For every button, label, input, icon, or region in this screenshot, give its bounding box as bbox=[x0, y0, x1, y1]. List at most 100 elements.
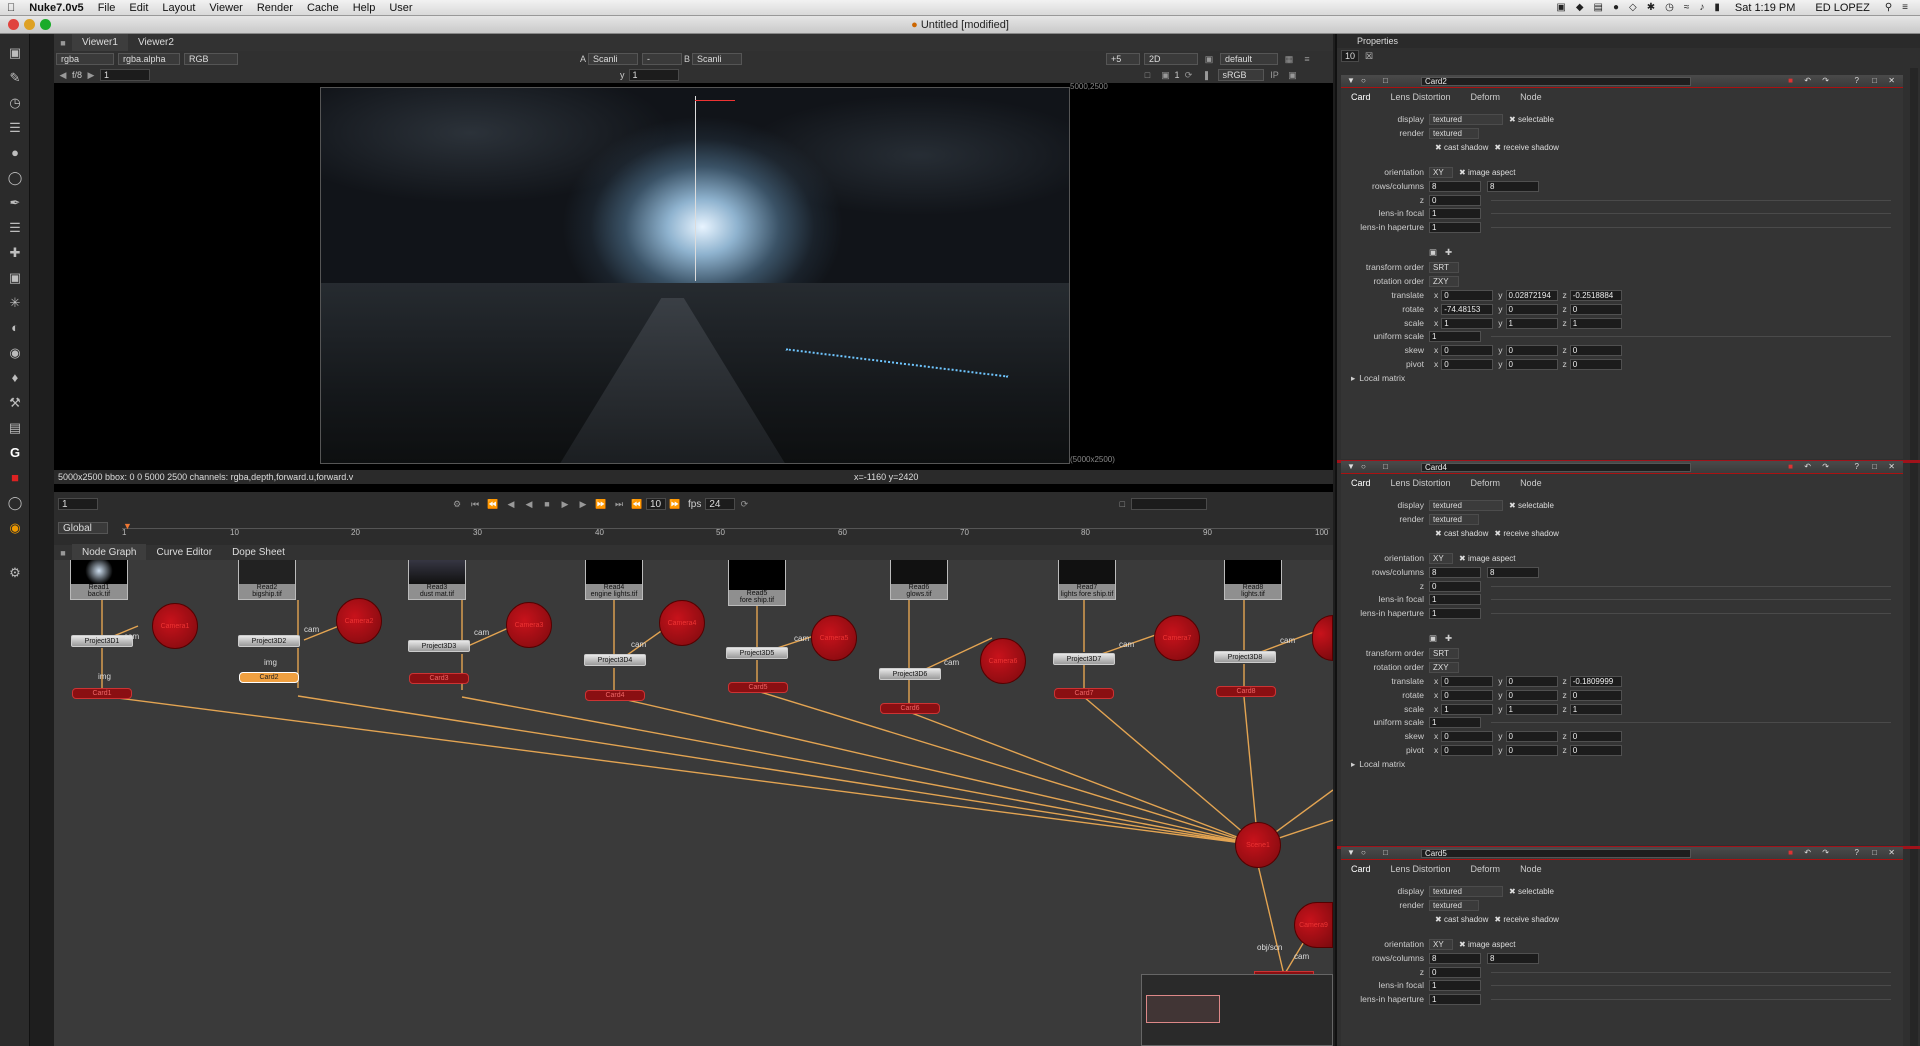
grid-icon[interactable]: ▦ bbox=[1280, 52, 1298, 66]
lens-focal-field[interactable]: 1 bbox=[1429, 979, 1481, 991]
scale-y-field[interactable]: 1 bbox=[1505, 703, 1558, 715]
next-keyframe-icon[interactable]: ⏩ bbox=[592, 497, 610, 511]
collapse-icon[interactable]: ▼ bbox=[1347, 76, 1355, 85]
viewer-menu-icon[interactable]: ≡ bbox=[1298, 52, 1316, 66]
tab-lens-distortion[interactable]: Lens Distortion bbox=[1381, 864, 1461, 874]
colorspace-select[interactable]: sRGB bbox=[1217, 69, 1264, 81]
project3d-node[interactable]: Project3D8 bbox=[1214, 651, 1276, 663]
tab-lens-distortion[interactable]: Lens Distortion bbox=[1381, 92, 1461, 102]
play-backward-icon[interactable]: ◀ bbox=[520, 497, 538, 511]
b-input-select[interactable]: Scanli bbox=[692, 53, 743, 65]
navigator-viewport[interactable] bbox=[1146, 995, 1220, 1023]
project3d-node[interactable]: Project3D2 bbox=[238, 635, 300, 647]
project3d-node[interactable]: Project3D4 bbox=[584, 654, 646, 666]
clear-panels-icon[interactable]: ☒ bbox=[1365, 51, 1373, 62]
keyer-tool-icon[interactable]: ✒ bbox=[0, 190, 30, 215]
local-matrix-toggle[interactable]: Local matrix bbox=[1359, 373, 1405, 383]
card-node[interactable]: Card4 bbox=[585, 690, 645, 701]
display-select[interactable]: textured bbox=[1429, 885, 1503, 897]
scale-x-field[interactable]: 1 bbox=[1441, 317, 1494, 329]
project3d-node[interactable]: Project3D7 bbox=[1053, 653, 1115, 665]
camera-node[interactable]: Camera1 bbox=[152, 603, 198, 649]
node-name-field[interactable]: Card2 bbox=[1421, 77, 1691, 86]
plugin-tool-icon[interactable]: ◉ bbox=[0, 515, 30, 540]
expand-arrow-icon[interactable]: ▸ bbox=[1351, 373, 1355, 384]
a-input-select[interactable]: Scanli bbox=[588, 53, 639, 65]
properties-scrollbar[interactable] bbox=[1910, 68, 1918, 1046]
columns-field[interactable]: 8 bbox=[1487, 180, 1539, 192]
menu-cache[interactable]: Cache bbox=[300, 2, 346, 14]
pivot-z-field[interactable]: 0 bbox=[1569, 744, 1622, 756]
shield-tray-icon[interactable]: ◆ bbox=[1574, 2, 1586, 13]
lens-haperture-field[interactable]: 1 bbox=[1429, 607, 1481, 619]
channels-select[interactable]: rgba bbox=[56, 53, 114, 65]
rotate-x-field[interactable]: 0 bbox=[1441, 689, 1494, 701]
z-field[interactable]: 0 bbox=[1429, 966, 1481, 978]
range-select[interactable]: Global bbox=[58, 522, 108, 534]
other-tool-icon[interactable]: ▤ bbox=[0, 415, 30, 440]
mode-select[interactable]: 2D bbox=[1144, 53, 1199, 65]
menubar-clock[interactable]: Sat 1:19 PM bbox=[1728, 2, 1803, 14]
battery-icon[interactable]: ▮ bbox=[1712, 2, 1722, 13]
pivot-z-field[interactable]: 0 bbox=[1569, 358, 1622, 370]
read-node[interactable]: Read1 back.tif bbox=[70, 560, 128, 600]
translate-y-field[interactable]: 0 bbox=[1505, 675, 1558, 687]
menubar-user[interactable]: ED LOPEZ bbox=[1808, 2, 1876, 14]
z-slider[interactable] bbox=[1491, 586, 1891, 587]
z-field[interactable]: 0 bbox=[1429, 194, 1481, 206]
undo-icon[interactable]: ↶ bbox=[1804, 848, 1811, 857]
dropbox-tray-icon[interactable]: ◇ bbox=[1627, 2, 1639, 13]
zoom-window-button[interactable] bbox=[40, 19, 51, 30]
receive-shadow-checkbox[interactable]: ✖ receive shadow bbox=[1494, 143, 1559, 152]
frame-range-field[interactable] bbox=[1131, 498, 1208, 510]
wipe-select[interactable]: - bbox=[642, 53, 683, 65]
tab-curve-editor[interactable]: Curve Editor bbox=[146, 544, 222, 561]
menu-layout[interactable]: Layout bbox=[155, 2, 202, 14]
redo-icon[interactable]: ↷ bbox=[1822, 848, 1829, 857]
pivot-icon[interactable]: ✚ bbox=[1445, 633, 1452, 644]
orientation-select[interactable]: XY bbox=[1429, 552, 1453, 564]
skip-back-icon[interactable]: ⏪ bbox=[628, 497, 646, 511]
playhead-marker[interactable]: ▼ bbox=[123, 521, 132, 531]
translate-z-field[interactable]: -0.2518884 bbox=[1569, 289, 1622, 301]
menu-user[interactable]: User bbox=[382, 2, 419, 14]
scale-z-field[interactable]: 1 bbox=[1569, 703, 1622, 715]
image-aspect-checkbox[interactable]: ✖ image aspect bbox=[1459, 554, 1516, 563]
collapse-icon[interactable]: ▼ bbox=[1347, 848, 1355, 857]
sync-tray-icon[interactable]: ● bbox=[1611, 2, 1621, 13]
lens-haperture-field[interactable]: 1 bbox=[1429, 993, 1481, 1005]
refresh-icon[interactable]: ⟳ bbox=[1180, 68, 1198, 82]
help-icon[interactable]: ? bbox=[1855, 848, 1859, 857]
overlay-icon[interactable]: ▣ bbox=[1284, 68, 1302, 82]
list-icon[interactable]: ≡ bbox=[1900, 2, 1910, 13]
read-node[interactable]: Read4 engine lights.tif bbox=[585, 560, 643, 600]
tab-node[interactable]: Node bbox=[1510, 864, 1552, 874]
uniform-scale-slider[interactable] bbox=[1491, 722, 1891, 723]
clip-icon[interactable]: ▣ bbox=[1157, 68, 1175, 82]
app-menu[interactable]: Nuke7.0v5 bbox=[22, 2, 90, 14]
camera-tray-icon[interactable]: ▣ bbox=[1554, 2, 1567, 13]
z-field[interactable]: 0 bbox=[1429, 580, 1481, 592]
gain-left-icon[interactable]: ◀ bbox=[54, 68, 72, 82]
node-name-field[interactable]: Card4 bbox=[1421, 463, 1691, 472]
render-select[interactable]: textured bbox=[1429, 513, 1479, 525]
orientation-select[interactable]: XY bbox=[1429, 938, 1453, 950]
menu-edit[interactable]: Edit bbox=[122, 2, 155, 14]
display-select[interactable]: RGB bbox=[184, 53, 238, 65]
first-frame-icon[interactable]: ⏮ bbox=[466, 497, 484, 511]
rotate-y-field[interactable]: 0 bbox=[1505, 303, 1558, 315]
viewer-image[interactable] bbox=[320, 87, 1070, 464]
increment-field[interactable]: 10 bbox=[646, 498, 666, 510]
color-swatch-icon[interactable]: ■ bbox=[1788, 848, 1793, 857]
alpha-select[interactable]: rgba.alpha bbox=[118, 53, 180, 65]
stop-icon[interactable]: ■ bbox=[538, 497, 556, 511]
hide-icon[interactable]: □ bbox=[1383, 76, 1388, 85]
play-forward-icon[interactable]: ▶ bbox=[556, 497, 574, 511]
rows-field[interactable]: 8 bbox=[1429, 952, 1481, 964]
image-aspect-checkbox[interactable]: ✖ image aspect bbox=[1459, 168, 1516, 177]
loop-icon[interactable]: ⟳ bbox=[735, 497, 753, 511]
menu-file[interactable]: File bbox=[91, 2, 123, 14]
close-window-button[interactable] bbox=[8, 19, 19, 30]
selectable-checkbox[interactable]: ✖ selectable bbox=[1509, 887, 1554, 896]
gamma-field[interactable]: 1 bbox=[628, 69, 679, 81]
